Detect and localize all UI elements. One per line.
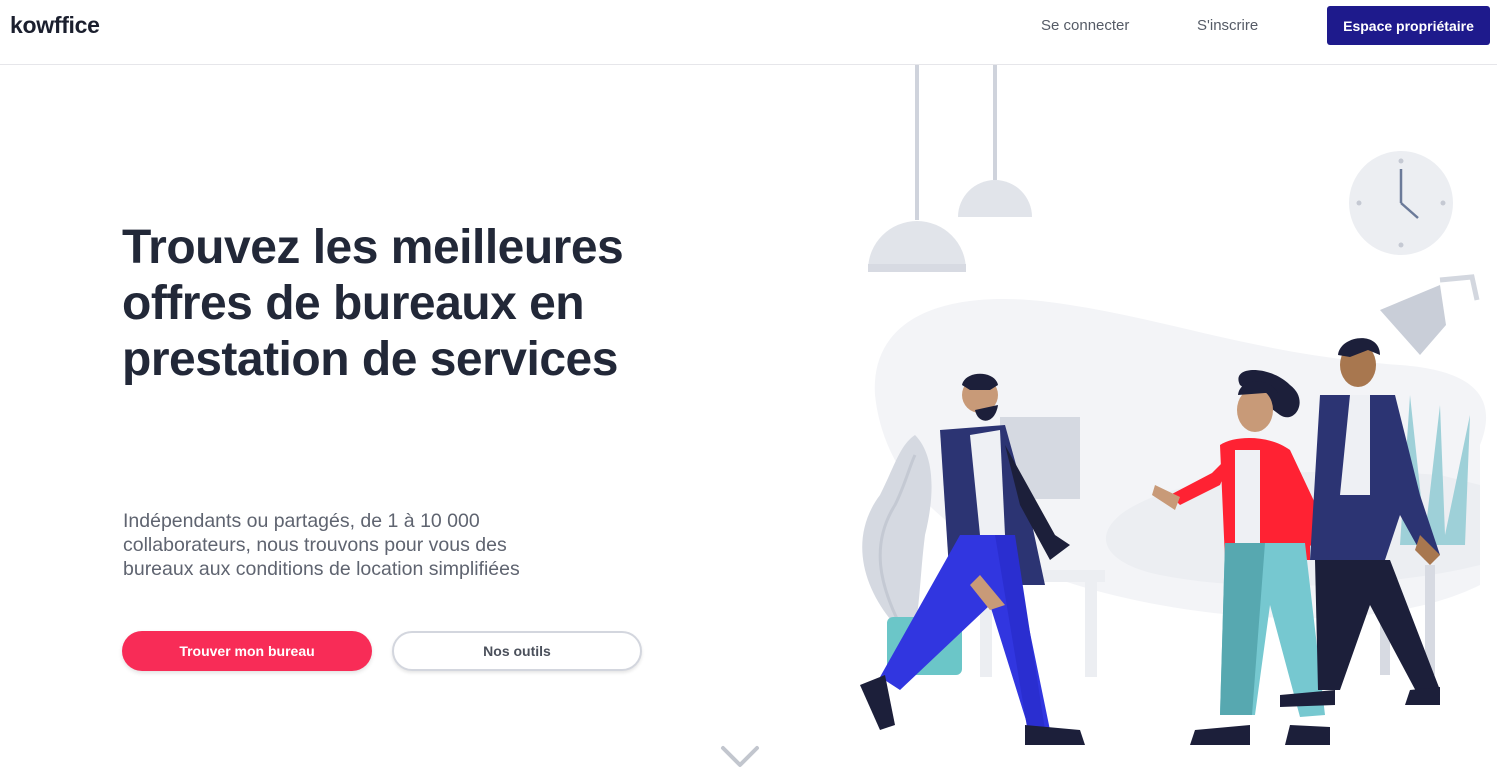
hero-subtitle: Indépendants ou partagés, de 1 à 10 000 … [123,510,520,580]
pendant-lamp-icon [958,65,1032,217]
hero-illustration [860,65,1487,745]
chevron-down-icon[interactable] [720,744,760,770]
owner-space-button[interactable]: Espace propriétaire [1327,6,1490,45]
top-navbar: kowffice Se connecter S'inscrire Espace … [0,0,1497,65]
logo[interactable]: kowffice [10,12,100,39]
find-office-button[interactable]: Trouver mon bureau [122,631,372,671]
desk-lamp-icon [1380,274,1480,355]
wall-clock-icon [1349,151,1453,255]
signup-link[interactable]: S'inscrire [1197,17,1258,34]
hero-title: Trouvez les meilleures offres de bureaux… [122,221,624,386]
pendant-lamp-icon [868,65,966,272]
login-link[interactable]: Se connecter [1041,17,1129,34]
tools-button[interactable]: Nos outils [392,631,642,671]
